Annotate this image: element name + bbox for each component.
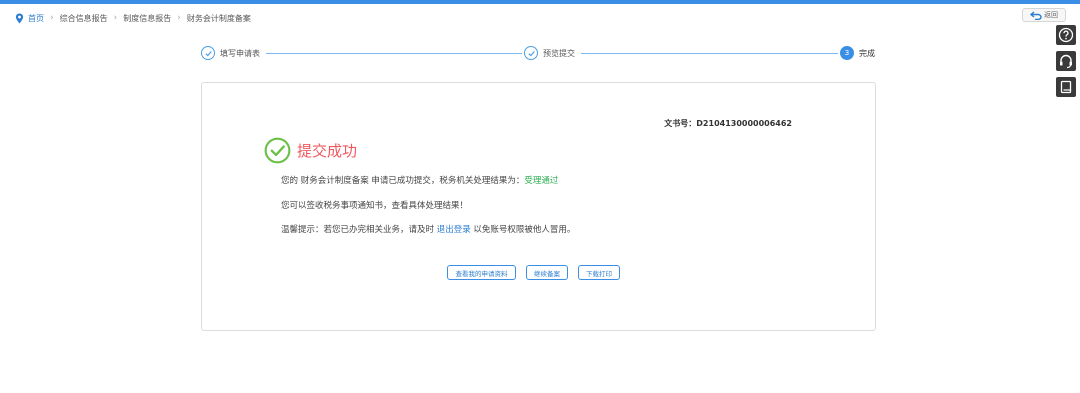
manual-button[interactable]	[1056, 77, 1076, 97]
book-icon	[1060, 80, 1072, 94]
step-number: 3	[840, 46, 854, 60]
step-fill-form: 填写申请表	[201, 46, 260, 60]
customer-service-button[interactable]	[1056, 51, 1076, 71]
back-button[interactable]: 返回	[1022, 8, 1066, 22]
logout-link[interactable]: 退出登录	[437, 225, 471, 235]
breadcrumb-item[interactable]: 制度信息报告	[123, 13, 171, 24]
top-accent-bar	[0, 0, 1080, 4]
check-icon	[204, 50, 212, 56]
check-icon	[527, 50, 535, 56]
status-badge: 受理通过	[524, 176, 559, 186]
continue-filing-button[interactable]: 继续备案	[526, 265, 568, 280]
reminder-text: 温馨提示：若您已办完相关业务，请及时	[281, 225, 437, 235]
back-label: 返回	[1044, 11, 1058, 19]
result-message-text: 您的 财务会计制度备案 申请已成功提交，税务机关处理结果为：	[281, 176, 525, 186]
breadcrumb-item-current: 财务会计制度备案	[186, 13, 251, 23]
document-number: 文书号：D2104130000006462	[664, 119, 792, 128]
help-button[interactable]	[1056, 25, 1076, 45]
reminder-text: 以免账号权限被他人冒用。	[470, 225, 576, 235]
check-circle-icon	[264, 137, 291, 164]
help-icon	[1058, 27, 1074, 43]
side-toolbar	[1056, 25, 1076, 103]
breadcrumb-separator: ›	[113, 13, 118, 23]
return-arrow-icon	[1030, 10, 1042, 20]
reminder-message: 温馨提示：若您已办完相关业务，请及时 退出登录 以免账号权限被他人冒用。	[281, 223, 575, 235]
notice-message: 您可以签收税务事项通知书，查看具体处理结果！	[281, 201, 469, 211]
breadcrumb-separator: ›	[177, 13, 181, 23]
view-application-button[interactable]: 查看我的申请资料	[447, 265, 516, 280]
step-preview-submit: 预览提交	[524, 46, 575, 60]
action-buttons: 查看我的申请资料 继续备案 下载打印	[447, 265, 630, 280]
step-label: 预览提交	[543, 48, 575, 58]
step-connector	[581, 53, 838, 54]
breadcrumb-item[interactable]: 综合信息报告	[60, 13, 108, 24]
breadcrumb-separator: ›	[50, 13, 54, 23]
step-complete: 3 完成	[840, 46, 875, 60]
progress-steps: 填写申请表 预览提交 3 完成	[200, 44, 890, 64]
step-label: 完成	[859, 48, 875, 58]
step-complete-indicator	[201, 46, 215, 60]
location-pin-icon	[15, 13, 24, 23]
step-label: 填写申请表	[220, 48, 260, 58]
step-connector	[266, 53, 522, 54]
download-print-button[interactable]: 下载打印	[578, 265, 620, 280]
success-title: 提交成功	[297, 142, 358, 160]
result-message: 您的 财务会计制度备案 申请已成功提交，税务机关处理结果为：受理通过	[281, 174, 558, 186]
breadcrumb-home[interactable]: 首页	[28, 13, 44, 24]
headset-icon	[1060, 54, 1072, 69]
result-card: 文书号：D2104130000006462 提交成功 您的 财务会计制度备案 申…	[201, 82, 876, 331]
step-complete-indicator	[524, 46, 538, 60]
success-header: 提交成功	[264, 137, 357, 164]
breadcrumb: 首页 › 综合信息报告 › 制度信息报告 › 财务会计制度备案	[15, 11, 251, 25]
